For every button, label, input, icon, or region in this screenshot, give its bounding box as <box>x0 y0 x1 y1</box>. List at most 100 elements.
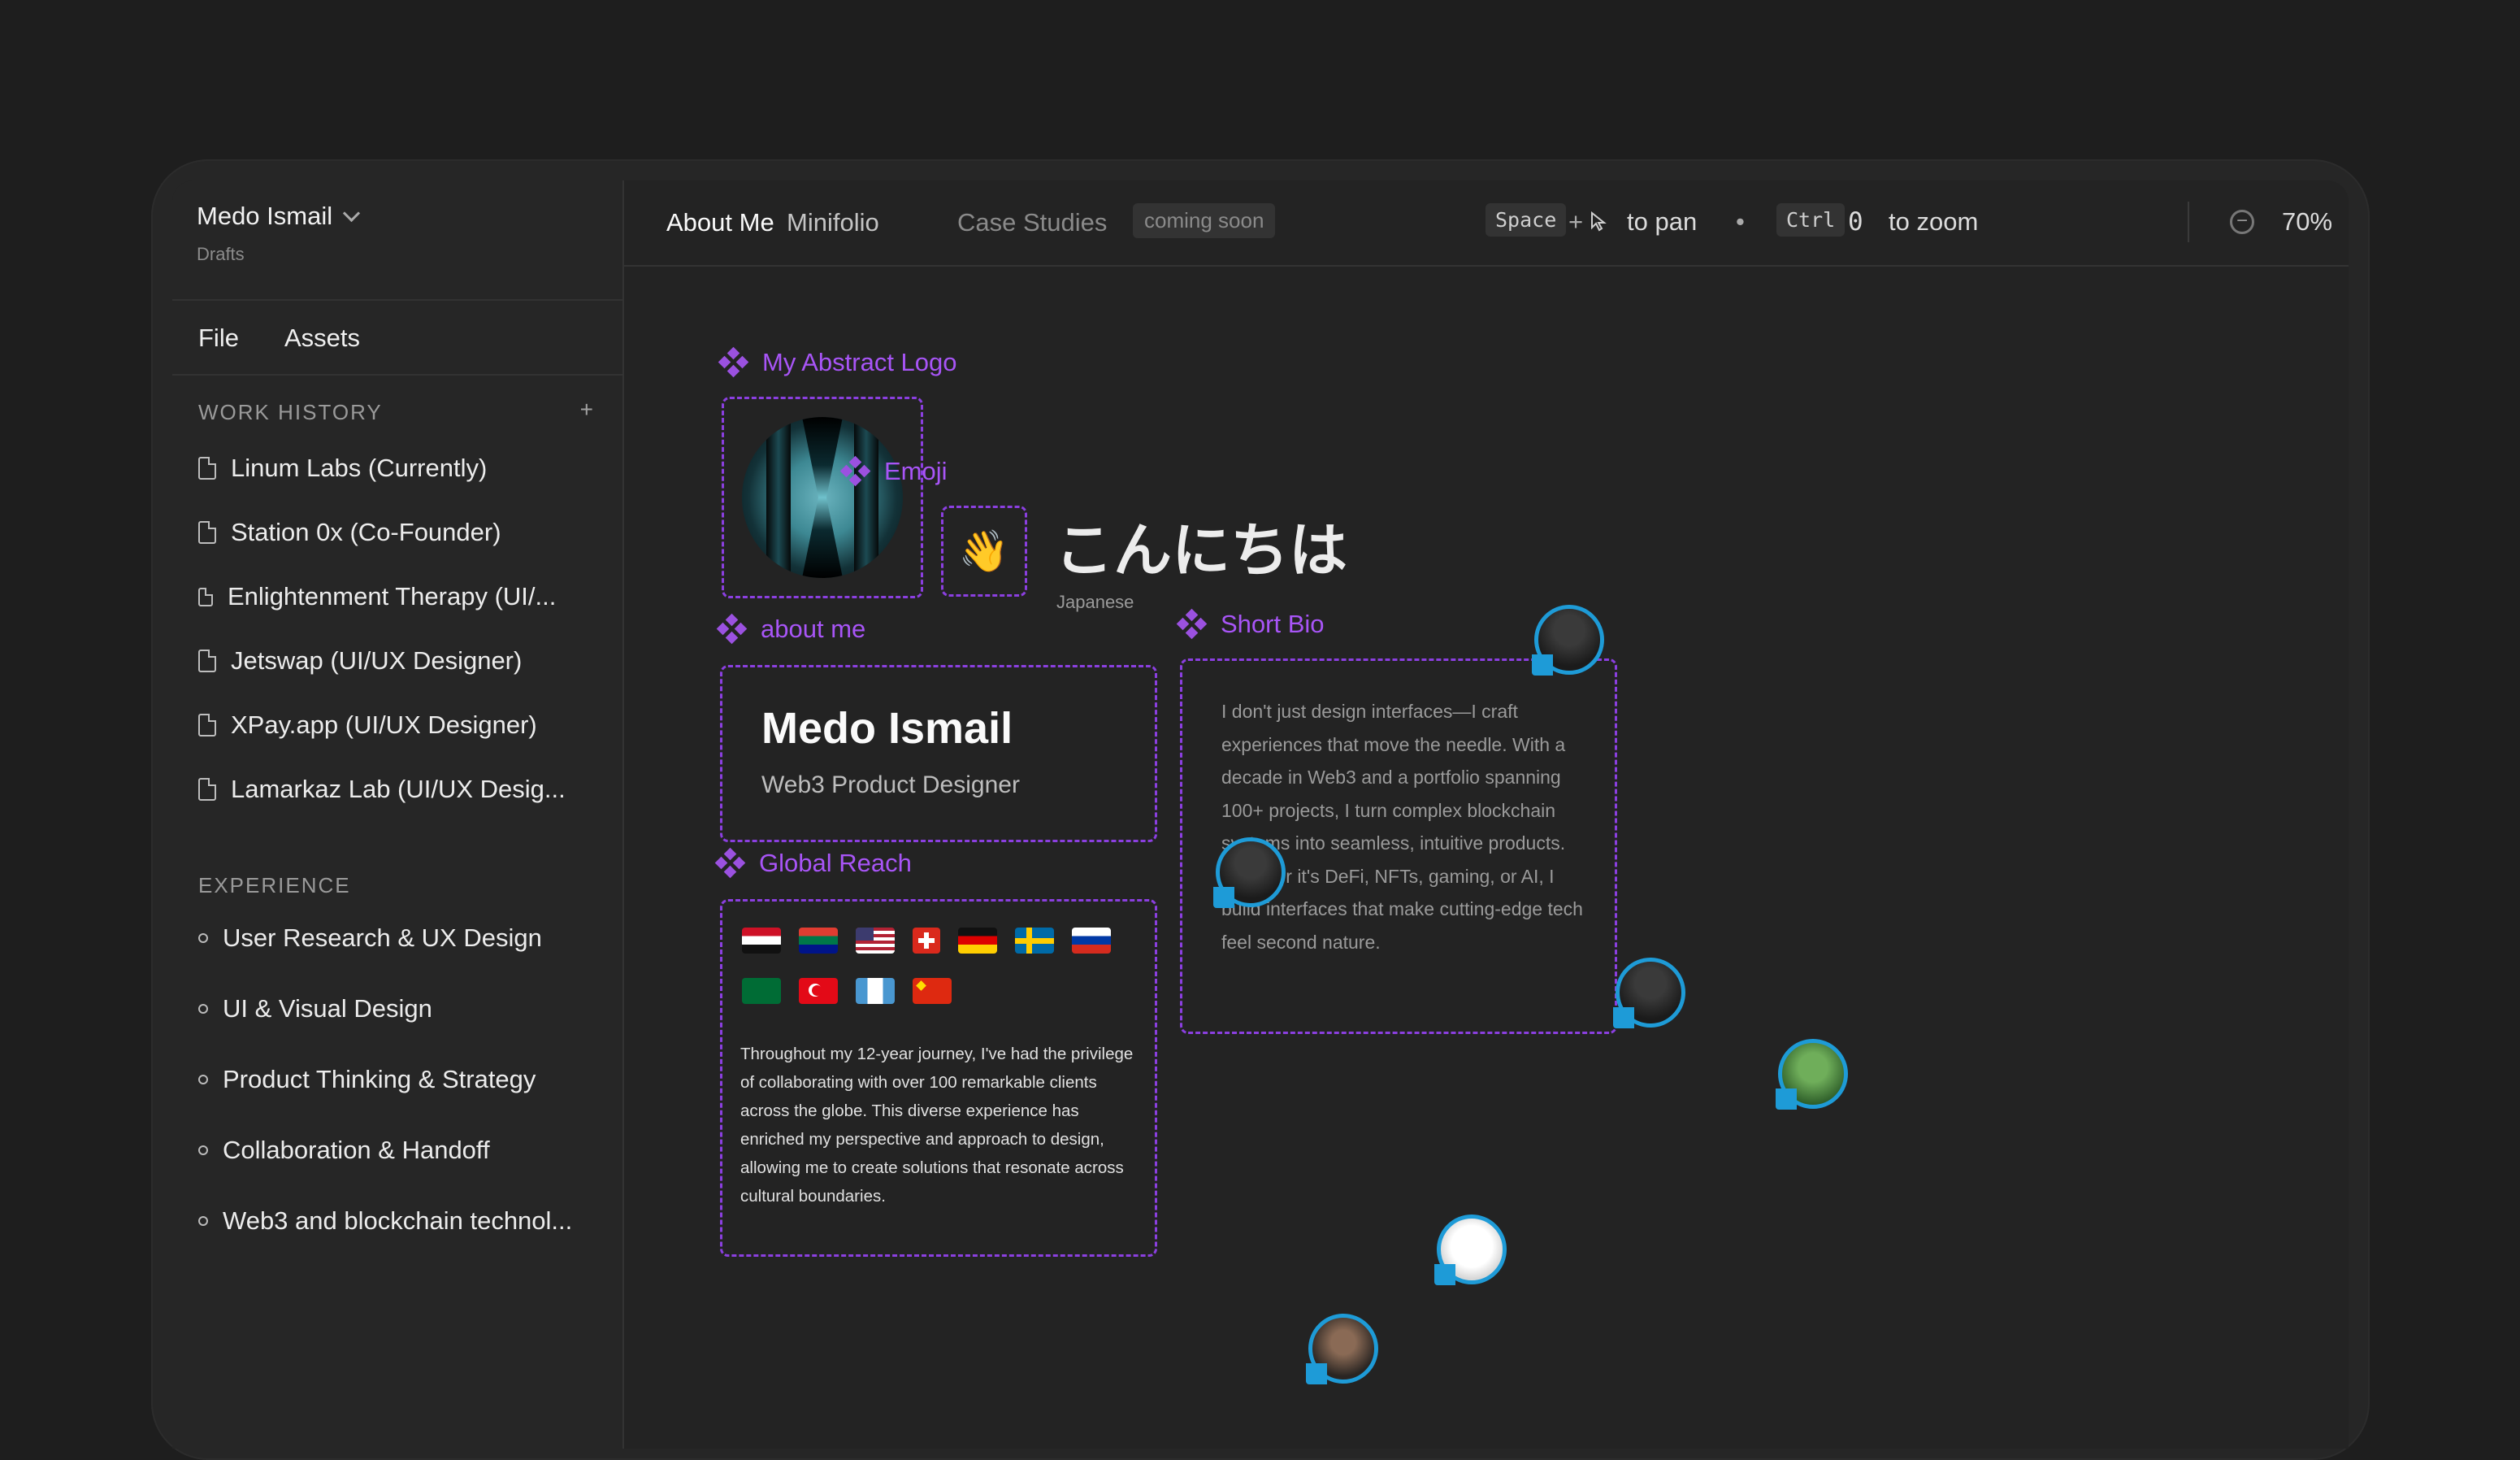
zoom-out-button[interactable]: − <box>2230 210 2254 234</box>
item-label: Jetswap (UI/UX Designer) <box>231 646 523 675</box>
item-label: Product Thinking & Strategy <box>223 1065 536 1093</box>
turkey-flag-icon <box>799 978 838 1004</box>
frame-label-text: about me <box>761 615 866 643</box>
item-label: UI & Visual Design <box>223 994 432 1023</box>
add-work-button[interactable]: + <box>580 397 593 423</box>
russia-flag-icon <box>1072 928 1111 954</box>
circle-icon <box>198 1216 208 1226</box>
frame-label-reach[interactable]: Global Reach <box>714 847 912 879</box>
egypt-flag-icon <box>742 928 781 954</box>
flags-row-2 <box>742 978 952 1004</box>
circle-icon <box>198 933 208 943</box>
file-icon <box>198 650 216 672</box>
collaborator-avatar[interactable] <box>1306 1314 1378 1384</box>
coming-soon-badge: coming soon <box>1133 203 1276 238</box>
project-name: Medo Ismail <box>197 202 333 230</box>
work-history-title: WORK HISTORY <box>198 400 383 424</box>
usa-flag-icon <box>856 928 895 954</box>
profile-role: Web3 Product Designer <box>761 771 1020 798</box>
file-icon <box>198 778 216 801</box>
frame-label-emoji[interactable]: Emoji <box>839 455 948 487</box>
logo-frame[interactable] <box>722 397 923 598</box>
list-item-work-0[interactable]: Linum Labs (Currently) <box>198 454 487 483</box>
collaborator-avatar[interactable] <box>1776 1039 1848 1110</box>
frame-label-logo[interactable]: My Abstract Logo <box>718 346 957 378</box>
circle-icon <box>198 1004 208 1014</box>
switzerland-flag-icon <box>913 928 940 954</box>
profile-name: Medo Ismail <box>761 704 1013 753</box>
item-label: User Research & UX Design <box>223 923 542 952</box>
plus-sign: + <box>1568 207 1584 236</box>
list-item-exp-3[interactable]: Collaboration & Handoff <box>198 1136 490 1165</box>
reach-description: Throughout my 12-year journey, I've had … <box>740 1045 1134 1206</box>
zoom-hint: to zoom <box>1889 207 1979 236</box>
list-item-exp-0[interactable]: User Research & UX Design <box>198 923 542 953</box>
frame-label-text: Emoji <box>884 457 948 485</box>
list-item-exp-4[interactable]: Web3 and blockchain technol... <box>198 1206 572 1236</box>
toolbar: About Me Minifolio Case Studies coming s… <box>624 180 2349 267</box>
item-label: Station 0x (Co-Founder) <box>231 518 501 546</box>
circle-icon <box>198 1145 208 1155</box>
greeting-text: こんにちは <box>1055 516 1348 584</box>
collaborator-avatar[interactable] <box>1613 958 1685 1028</box>
list-item-work-1[interactable]: Station 0x (Co-Founder) <box>198 518 501 547</box>
list-item-exp-2[interactable]: Product Thinking & Strategy <box>198 1065 536 1094</box>
frame-label-bio[interactable]: Short Bio <box>1176 608 1325 640</box>
design-canvas[interactable]: My Abstract Logo Emoji 👋 こんにちは Japanese … <box>624 267 2349 1449</box>
abstract-logo-image <box>742 417 903 578</box>
item-label: Web3 and blockchain technol... <box>223 1206 573 1235</box>
tab-minifolio[interactable]: Minifolio <box>787 208 879 237</box>
file-icon <box>198 714 216 737</box>
circle-icon <box>198 1075 208 1084</box>
list-item-work-2[interactable]: Enlightenment Therapy (UI/... <box>198 582 556 611</box>
waving-hand-emoji: 👋 <box>958 528 1010 574</box>
item-label: XPay.app (UI/UX Designer) <box>231 710 537 739</box>
saudi-flag-icon <box>742 978 781 1004</box>
experience-title: EXPERIENCE <box>198 873 351 897</box>
assets-menu[interactable]: Assets <box>284 324 360 353</box>
divider <box>172 299 622 301</box>
sidebar-menu: File Assets <box>198 324 360 353</box>
file-icon <box>198 457 216 480</box>
component-icon <box>718 346 749 378</box>
project-switcher[interactable]: Medo Ismail Drafts <box>197 202 361 265</box>
divider <box>2188 202 2189 242</box>
sidebar: Medo Ismail Drafts File Assets WORK HIST… <box>172 180 624 1449</box>
tab-about-me[interactable]: About Me <box>666 208 774 237</box>
list-item-exp-1[interactable]: UI & Visual Design <box>198 994 432 1023</box>
collaborator-avatar[interactable] <box>1434 1214 1507 1285</box>
greeting-language: Japanese <box>1056 592 1134 612</box>
list-item-work-3[interactable]: Jetswap (UI/UX Designer) <box>198 646 522 676</box>
frame-label-text: My Abstract Logo <box>762 348 957 376</box>
file-icon <box>198 587 213 606</box>
germany-flag-icon <box>958 928 997 954</box>
flags-row-1 <box>742 928 1111 954</box>
south-africa-flag-icon <box>799 928 838 954</box>
chevron-down-icon <box>343 204 361 222</box>
guatemala-flag-icon <box>856 978 895 1004</box>
pan-hint: to pan <box>1627 207 1698 236</box>
tab-case-studies[interactable]: Case Studies <box>957 208 1107 237</box>
ctrl-key: Ctrl <box>1776 203 1846 237</box>
collaborator-avatar[interactable] <box>1213 837 1286 908</box>
collaborator-avatar[interactable] <box>1532 605 1604 676</box>
about-frame[interactable]: Medo Ismail Web3 Product Designer <box>720 665 1157 842</box>
reach-frame[interactable]: Throughout my 12-year journey, I've had … <box>720 899 1157 1257</box>
hint-separator: • <box>1736 207 1745 236</box>
list-item-work-5[interactable]: Lamarkaz Lab (UI/UX Desig... <box>198 775 566 804</box>
emoji-frame[interactable]: 👋 <box>941 506 1027 597</box>
item-label: Enlightenment Therapy (UI/... <box>228 582 557 611</box>
list-item-work-4[interactable]: XPay.app (UI/UX Designer) <box>198 710 537 740</box>
item-label: Linum Labs (Currently) <box>231 454 488 482</box>
frame-label-about[interactable]: about me <box>716 613 866 645</box>
item-label: Collaboration & Handoff <box>223 1136 490 1164</box>
app-window: Medo Ismail Drafts File Assets WORK HIST… <box>172 180 2349 1449</box>
bio-description: I don't just design interfaces—I craft e… <box>1221 701 1583 953</box>
divider <box>172 374 622 376</box>
frame-label-text: Short Bio <box>1221 610 1325 638</box>
cursor-icon <box>1591 211 1607 232</box>
space-key: Space <box>1486 203 1567 237</box>
item-label: Lamarkaz Lab (UI/UX Desig... <box>231 775 566 803</box>
frame-label-text: Global Reach <box>759 849 912 877</box>
file-menu[interactable]: File <box>198 324 239 353</box>
